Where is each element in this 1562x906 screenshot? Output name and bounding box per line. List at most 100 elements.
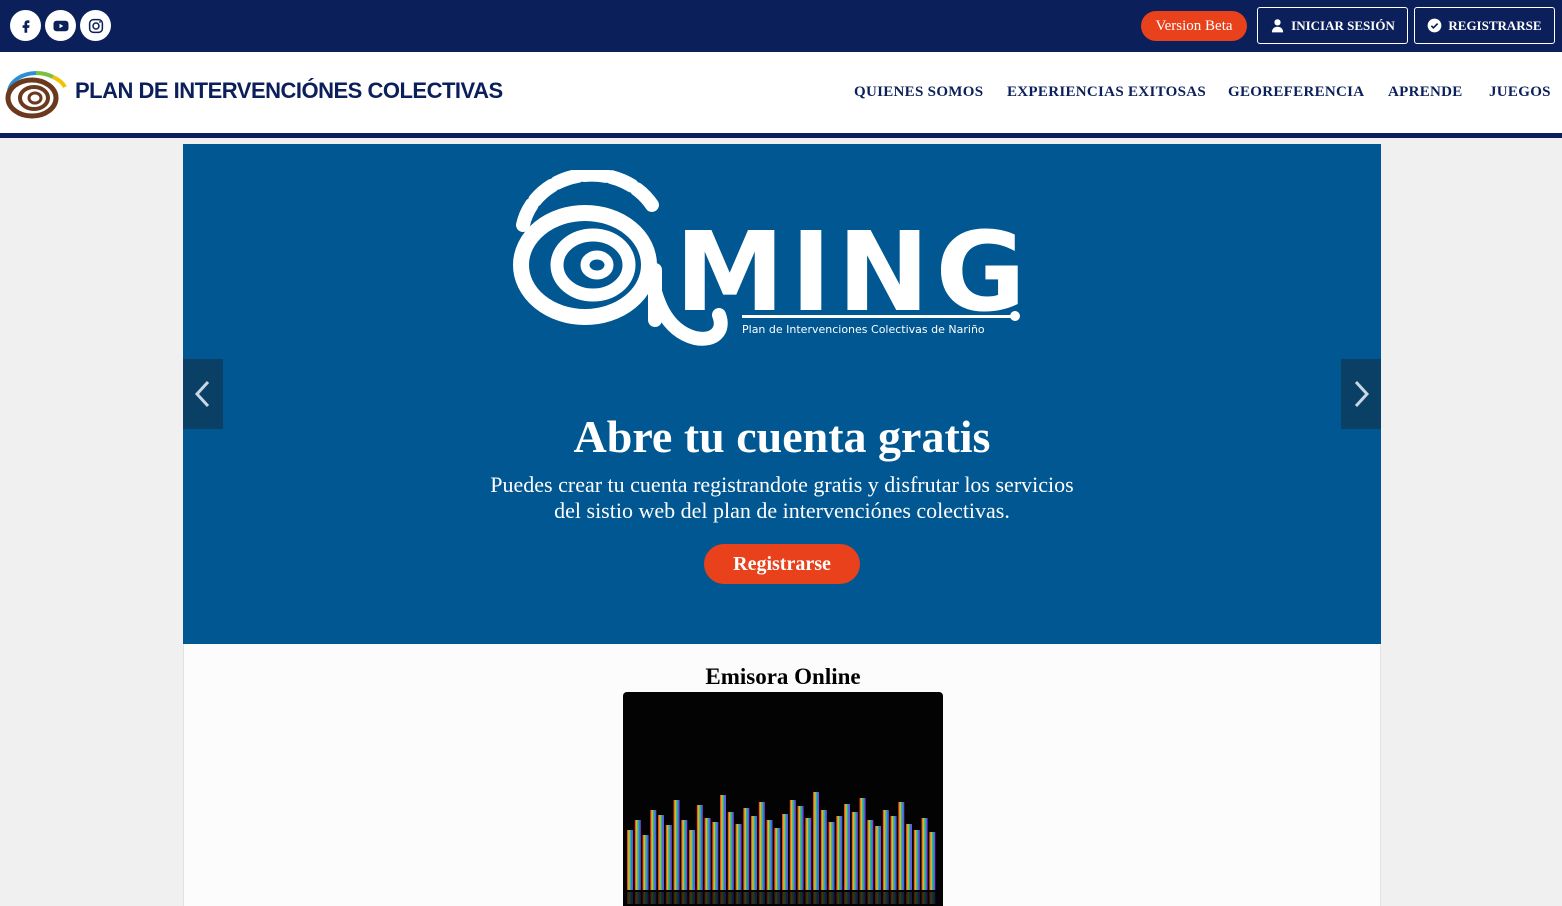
logo-subtitle: Plan de Intervenciones Colectivas de Nar… [742, 323, 985, 336]
hero-description: Puedes crear tu cuenta registrandote gra… [490, 472, 1074, 523]
equalizer-bar-reflection [743, 892, 750, 904]
equalizer-bar-reflection [805, 892, 812, 904]
equalizer-bar-reflection [789, 892, 796, 904]
equalizer-bar [766, 820, 773, 890]
equalizer-bar-reflection [696, 892, 703, 904]
equalizer-bar [867, 820, 874, 890]
equalizer-bar-reflection [766, 892, 773, 904]
youtube-icon[interactable] [45, 10, 76, 41]
equalizer-bar [805, 818, 812, 890]
equalizer-bar [751, 816, 757, 890]
equalizer-bar [929, 832, 936, 890]
equalizer-bar [735, 824, 742, 890]
equalizer-bar [650, 810, 657, 890]
equalizer-bar-reflection [658, 892, 664, 904]
equalizer-bar [844, 804, 850, 890]
equalizer-bar-reflection [867, 892, 874, 904]
equalizer-bar-reflection [921, 892, 928, 904]
equalizer-bar [813, 792, 819, 890]
equalizer-bar [758, 802, 765, 890]
equalizer-bar [681, 820, 688, 890]
equalizer-bar-reflection [735, 892, 742, 904]
equalizer-bar [836, 816, 843, 890]
equalizer-bar-reflection [642, 892, 649, 904]
main-nav: PLAN DE INTERVENCIÓNES COLECTIVAS QUIENE… [0, 52, 1562, 138]
equalizer-bar-reflection [820, 892, 827, 904]
equalizer-bar-reflection [797, 892, 804, 904]
equalizer-graphic [627, 792, 936, 904]
spiral-logo-icon[interactable] [5, 69, 67, 119]
equalizer-bar-reflection [875, 892, 881, 904]
equalizer-bar-reflection [929, 892, 936, 904]
equalizer-bar [642, 835, 649, 890]
equalizer-bar-reflection [782, 892, 788, 904]
equalizer-bar-reflection [913, 892, 920, 904]
nav-quienes-somos[interactable]: QUIENES SOMOS [854, 84, 983, 101]
equalizer-bar-reflection [844, 892, 850, 904]
hero-title: Abre tu cuenta gratis [573, 411, 991, 462]
equalizer-bar [875, 826, 881, 890]
equalizer-bar [634, 820, 641, 890]
radio-equalizer-image[interactable] [623, 692, 943, 906]
nav-georeferencia[interactable]: GEOREFERENCIA [1228, 84, 1364, 101]
equalizer-bar [890, 816, 897, 890]
radio-section: Emisora Online [183, 644, 1381, 906]
equalizer-bar-reflection [851, 892, 858, 904]
register-button[interactable]: REGISTRARSE [1414, 7, 1555, 44]
equalizer-bar-reflection [727, 892, 734, 904]
equalizer-bar [743, 808, 750, 890]
equalizer-bar-reflection [665, 892, 672, 904]
equalizer-bar [789, 800, 796, 890]
check-circle-icon [1428, 18, 1442, 33]
equalizer-bar-reflection [673, 892, 680, 904]
equalizer-bar-reflection [681, 892, 688, 904]
equalizer-bar [913, 830, 920, 890]
hero-register-button[interactable]: Registrarse [704, 544, 860, 584]
login-label: INICIAR SESIÓN [1291, 17, 1395, 33]
hero-carousel: MINGAS Plan de Intervenciones Colectivas… [183, 144, 1381, 644]
equalizer-bar [720, 795, 726, 890]
equalizer-bar-reflection [859, 892, 866, 904]
equalizer-bar-reflection [627, 892, 633, 904]
nav-juegos[interactable]: JUEGOS [1489, 84, 1551, 101]
equalizer-bar-reflection [720, 892, 726, 904]
equalizer-bar [921, 818, 928, 890]
version-beta-badge[interactable]: Version Beta [1141, 11, 1247, 41]
equalizer-bar-reflection [751, 892, 757, 904]
equalizer-bar [859, 798, 866, 890]
equalizer-bar-reflection [689, 892, 695, 904]
equalizer-bar [898, 802, 905, 890]
equalizer-bar-reflection [898, 892, 905, 904]
equalizer-bar-reflection [882, 892, 889, 904]
equalizer-bar [704, 818, 711, 890]
chevron-right-icon [1354, 380, 1370, 408]
equalizer-bar [673, 800, 680, 890]
equalizer-bar-reflection [704, 892, 711, 904]
equalizer-bar [665, 825, 672, 890]
equalizer-bar-reflection [712, 892, 719, 904]
equalizer-bar-reflection [650, 892, 657, 904]
register-label: REGISTRARSE [1448, 17, 1542, 33]
equalizer-bar [627, 830, 633, 890]
login-button[interactable]: INICIAR SESIÓN [1257, 7, 1408, 44]
equalizer-bar-reflection [774, 892, 781, 904]
instagram-icon[interactable] [80, 10, 111, 41]
nav-aprende[interactable]: APRENDE [1388, 84, 1463, 101]
equalizer-bar [727, 812, 734, 890]
equalizer-bar-reflection [813, 892, 819, 904]
site-brand[interactable]: PLAN DE INTERVENCIÓNES COLECTIVAS [75, 78, 503, 104]
equalizer-bar-reflection [836, 892, 843, 904]
equalizer-bar [658, 815, 664, 890]
equalizer-bar-reflection [890, 892, 897, 904]
equalizer-bar [689, 830, 695, 890]
equalizer-bar [696, 805, 703, 890]
equalizer-bar-reflection [758, 892, 765, 904]
nav-experiencias-exitosas[interactable]: EXPERIENCIAS EXITOSAS [1007, 84, 1206, 101]
facebook-icon[interactable] [10, 10, 41, 41]
equalizer-bar [882, 810, 889, 890]
top-bar: Version Beta INICIAR SESIÓN REGISTRARSE [0, 0, 1562, 52]
equalizer-bar [828, 822, 835, 890]
user-icon [1272, 19, 1284, 33]
mingas-logo: MINGAS Plan de Intervenciones Colectivas… [513, 170, 1025, 346]
equalizer-bar [712, 822, 719, 890]
